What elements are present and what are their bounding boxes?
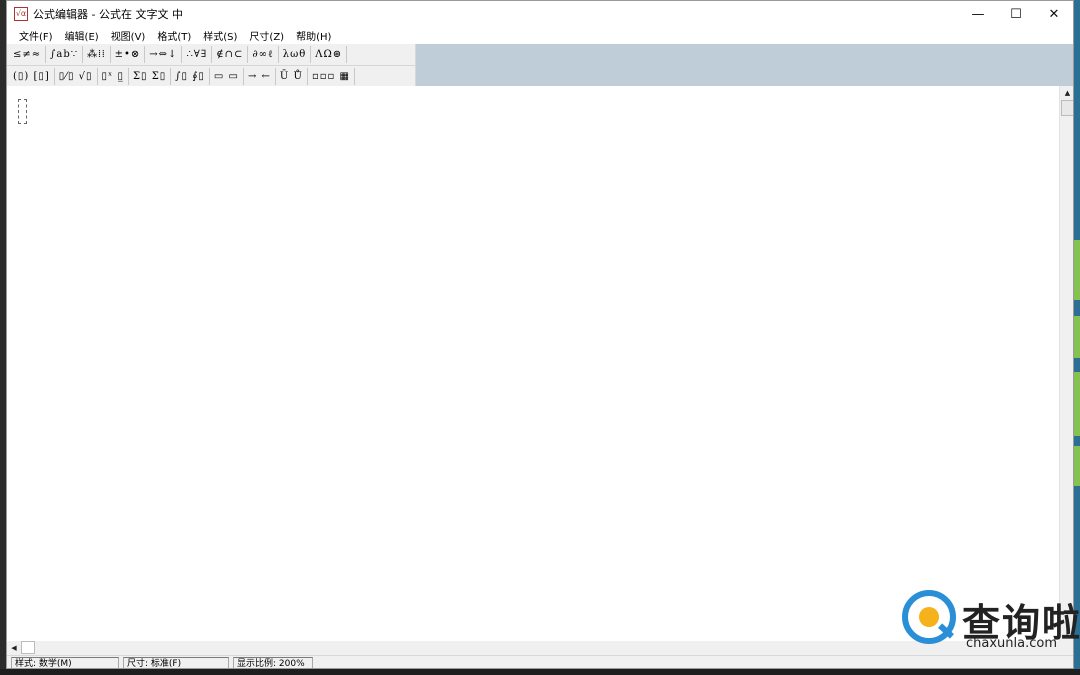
minimize-icon: — (971, 6, 985, 22)
background-green-panel (1074, 240, 1080, 300)
background-green-panel (1074, 446, 1080, 486)
horizontal-scroll-thumb[interactable] (21, 641, 35, 654)
menu-edit[interactable]: 编辑(E) (59, 28, 105, 43)
vertical-scroll-thumb[interactable] (1061, 100, 1073, 116)
close-button[interactable]: ✕ (1035, 1, 1073, 27)
symbol-palette-row: ≤≠≈ ∫ab∵ ⁂⁞⁞ ±•⊗ →⇔↓ ∴∀∃ ∉∩⊂ ∂∞ℓ λωθ ΛΩ⊛ (7, 44, 415, 66)
maximize-button[interactable]: ☐ (997, 1, 1035, 27)
summation-templates-button[interactable]: Σ▯ Σ▯ (129, 68, 172, 85)
scroll-up-button[interactable]: ▲ (1060, 86, 1073, 99)
fraction-radical-templates-button[interactable]: ▯⁄▯ √▯ (55, 68, 98, 85)
status-bar: 样式: 数学(M) 尺寸: 标准(F) 显示比例: 200% (7, 655, 1073, 668)
embellishments-button[interactable]: ⁂⁞⁞ (83, 46, 111, 63)
scroll-left-button[interactable]: ◀ (7, 641, 21, 654)
products-set-templates-button[interactable]: Ū Ů (276, 68, 308, 85)
equation-editing-area[interactable] (7, 86, 1059, 641)
window-title: 公式编辑器 - 公式在 文字文 中 (33, 8, 183, 21)
menu-size[interactable]: 尺寸(Z) (243, 28, 290, 43)
menu-view[interactable]: 视图(V) (105, 28, 152, 43)
status-size: 尺寸: 标准(F) (123, 657, 229, 668)
minimize-button[interactable]: — (959, 1, 997, 27)
maximize-icon: ☐ (1010, 6, 1022, 22)
template-palette-row: (▯) [▯] ▯⁄▯ √▯ ▯ˣ ▯̲ Σ▯ Σ▯ ∫▯ ∮▯ ▭ ▭ → ←… (7, 66, 415, 87)
empty-slot-placeholder[interactable] (18, 99, 27, 124)
spaces-ellipses-button[interactable]: ∫ab∵ (46, 46, 84, 63)
toolbar-area: ≤≠≈ ∫ab∵ ⁂⁞⁞ ±•⊗ →⇔↓ ∴∀∃ ∉∩⊂ ∂∞ℓ λωθ ΛΩ⊛… (7, 44, 1073, 86)
underbar-overbar-templates-button[interactable]: ▭ ▭ (210, 68, 244, 85)
misc-symbols-button[interactable]: ∂∞ℓ (248, 46, 279, 63)
status-zoom: 显示比例: 200% (233, 657, 313, 668)
background-green-panel (1074, 372, 1080, 436)
matrix-templates-button[interactable]: ▫▫▫ ▦ (308, 68, 355, 85)
arrow-left-icon: ◀ (11, 643, 17, 652)
relational-symbols-button[interactable]: ≤≠≈ (9, 46, 47, 63)
logical-symbols-button[interactable]: ∴∀∃ (182, 46, 213, 63)
symbol-template-palette: ≤≠≈ ∫ab∵ ⁂⁞⁞ ±•⊗ →⇔↓ ∴∀∃ ∉∩⊂ ∂∞ℓ λωθ ΛΩ⊛… (7, 44, 416, 86)
operator-symbols-button[interactable]: ±•⊗ (111, 46, 146, 63)
watermark-q-center (919, 607, 939, 627)
fence-templates-button[interactable]: (▯) [▯] (9, 68, 55, 85)
title-bar[interactable]: √α 公式编辑器 - 公式在 文字文 中 — ☐ ✕ (7, 1, 1073, 27)
menu-help[interactable]: 帮助(H) (290, 28, 337, 43)
watermark-text-en: chaxunla.com (966, 636, 1057, 651)
menu-file[interactable]: 文件(F) (13, 28, 59, 43)
window-controls: — ☐ ✕ (959, 1, 1073, 27)
subscript-superscript-templates-button[interactable]: ▯ˣ ▯̲ (98, 68, 129, 85)
menu-bar: 文件(F) 编辑(E) 视图(V) 格式(T) 样式(S) 尺寸(Z) 帮助(H… (7, 27, 1073, 44)
greek-uppercase-button[interactable]: ΛΩ⊛ (311, 46, 348, 63)
arrow-symbols-button[interactable]: →⇔↓ (145, 46, 183, 63)
greek-lowercase-button[interactable]: λωθ (279, 46, 312, 63)
watermark-logo: 查询啦 chaxunla.com (902, 590, 1080, 656)
close-icon: ✕ (1048, 6, 1060, 22)
background-green-panel (1074, 316, 1080, 358)
menu-format[interactable]: 格式(T) (151, 28, 197, 43)
arrow-up-icon: ▲ (1064, 88, 1071, 97)
equation-editor-window: √α 公式编辑器 - 公式在 文字文 中 — ☐ ✕ 文件(F) 编辑(E) 视… (6, 0, 1074, 669)
menu-style[interactable]: 样式(S) (197, 28, 243, 43)
labeled-arrow-templates-button[interactable]: → ← (244, 68, 276, 85)
equation-editor-icon[interactable]: √α (14, 7, 28, 21)
taskbar-edge (0, 669, 1080, 675)
integral-templates-button[interactable]: ∫▯ ∮▯ (171, 68, 210, 85)
set-theory-symbols-button[interactable]: ∉∩⊂ (212, 46, 249, 63)
vertical-scrollbar[interactable]: ▲ (1059, 86, 1073, 641)
status-style: 样式: 数学(M) (11, 657, 119, 668)
